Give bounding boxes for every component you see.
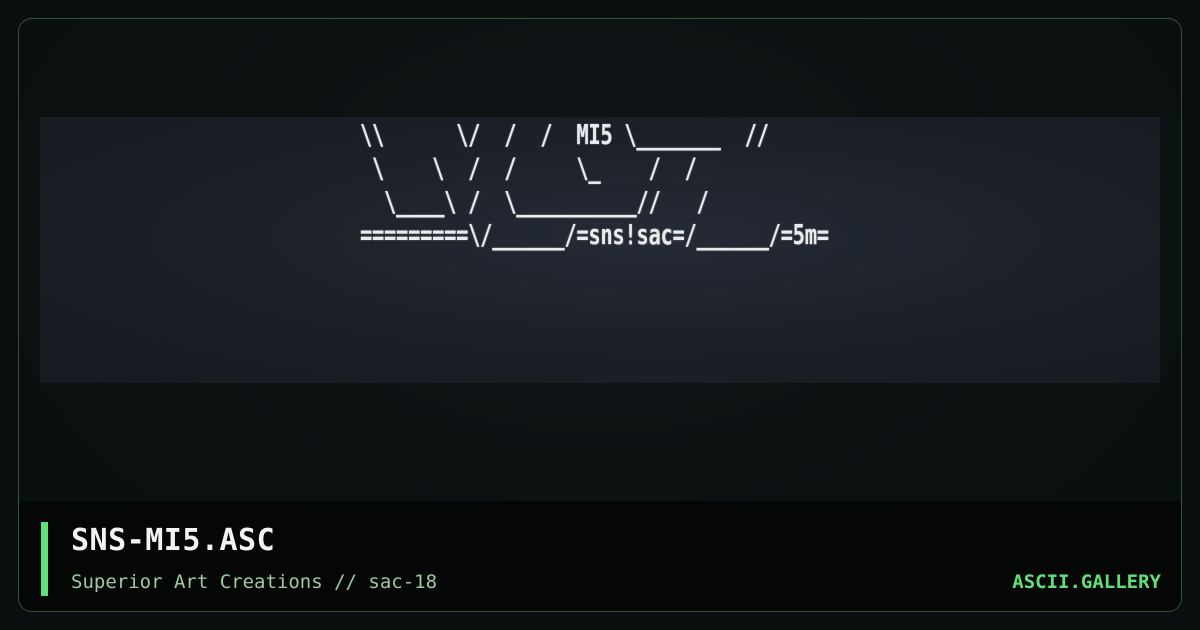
- artwork-card: \\ \/ / / MI5 \_______ // \ \ / / \_ / /…: [18, 18, 1182, 612]
- ascii-art: \\ \/ / / MI5 \_______ // \ \ / / \_ / /…: [360, 119, 829, 252]
- ascii-art-panel: \\ \/ / / MI5 \_______ // \ \ / / \_ / /…: [40, 117, 1160, 383]
- card-footer: SNS-MI5.ASC Superior Art Creations // sa…: [19, 501, 1181, 611]
- artwork-subtitle: Superior Art Creations // sac-18: [71, 571, 438, 593]
- site-brand-label: ASCII.GALLERY: [1012, 571, 1161, 593]
- ascii-art-line: =========\/______/=sns!sac=/______/=5m=: [360, 219, 829, 252]
- accent-bar: [41, 522, 48, 596]
- artwork-title: SNS-MI5.ASC: [71, 523, 276, 558]
- ascii-art-line: \ \ / / \_ / /: [360, 153, 697, 185]
- ascii-art-line: \____\ / \__________// /: [360, 186, 709, 219]
- ascii-art-line: \\ \/ / / MI5 \_______ //: [360, 119, 769, 152]
